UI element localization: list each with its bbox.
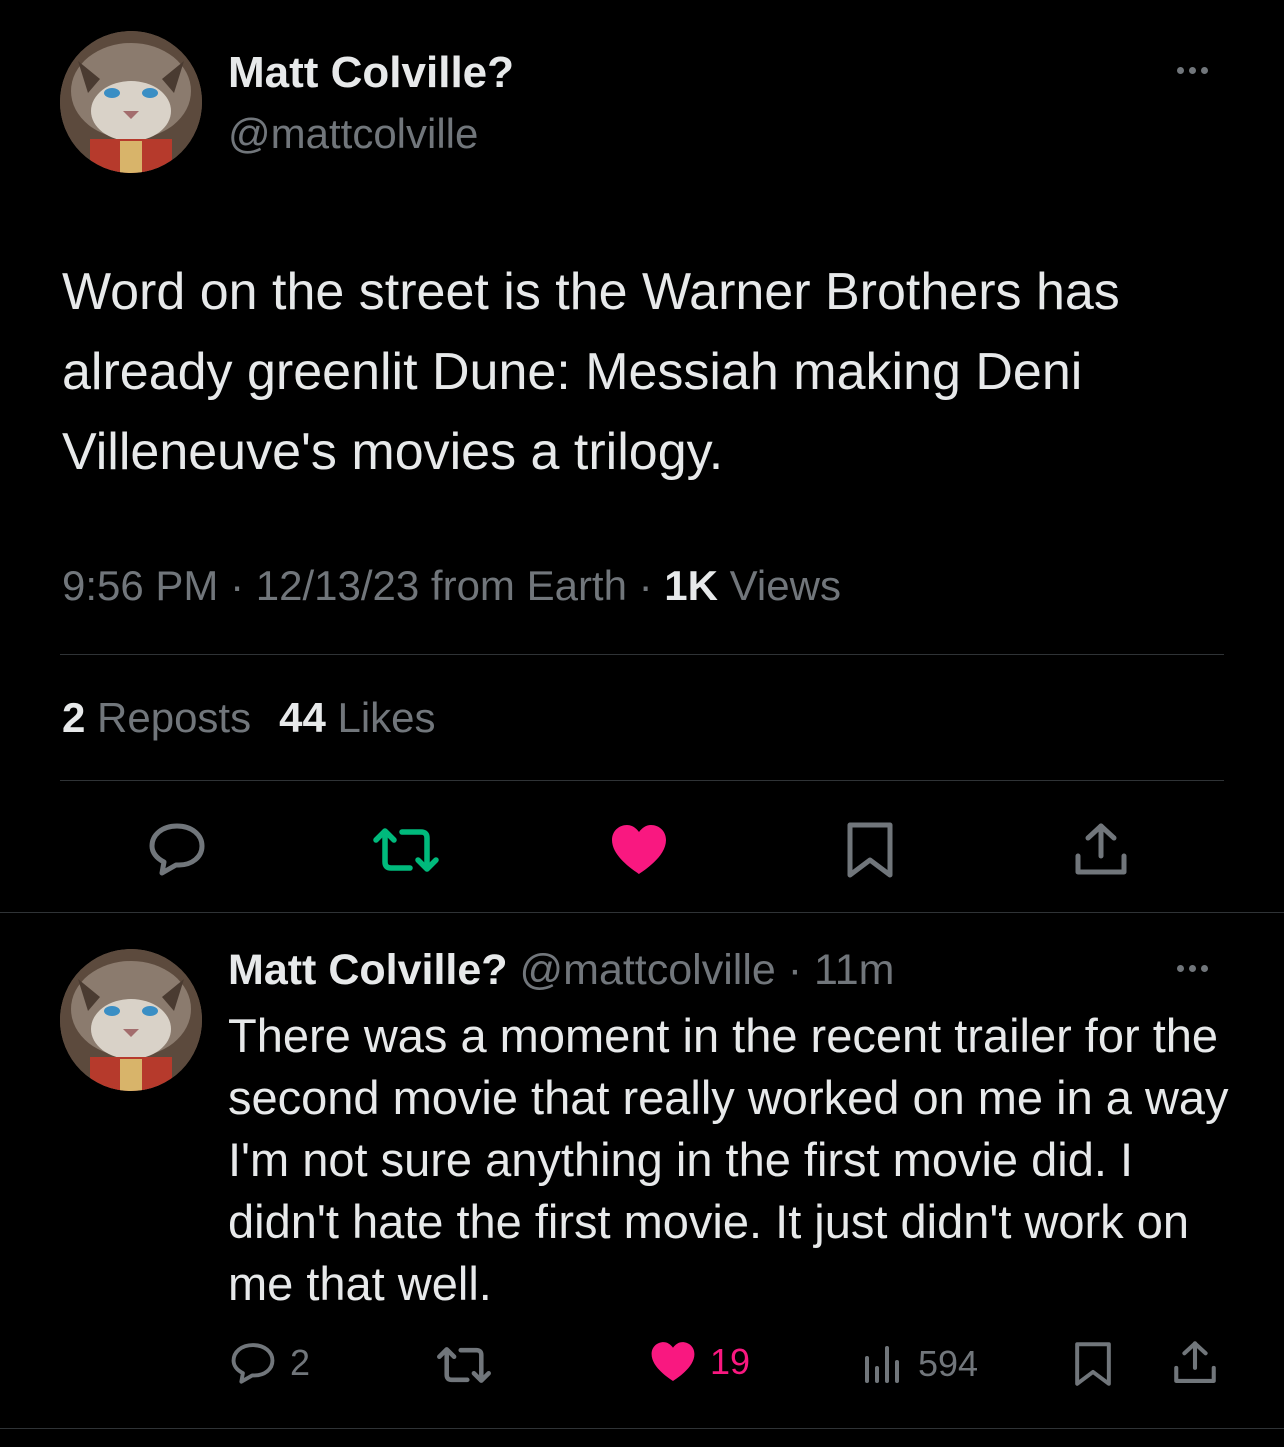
views-count: 1K <box>664 562 718 609</box>
reply-icon <box>149 823 205 876</box>
likes-label: Likes <box>325 694 436 741</box>
share-icon <box>1174 1341 1216 1383</box>
repost-icon <box>437 1347 491 1383</box>
author-name[interactable]: Matt Colville? <box>228 48 514 98</box>
tweet-date[interactable]: 12/13/23 from Earth <box>256 562 627 609</box>
bookmark-icon <box>847 822 893 878</box>
bookmark-icon <box>1075 1342 1111 1386</box>
bookmark-button[interactable] <box>1074 1341 1112 1387</box>
share-icon <box>1075 823 1127 875</box>
reply-icon <box>231 1343 275 1384</box>
likes-stat[interactable]: 44 Likes <box>279 694 435 741</box>
engagement-stats: 2 Reposts 44 Likes <box>62 694 436 742</box>
reply-count: 2 <box>290 1342 311 1383</box>
author-handle[interactable]: @mattcolville <box>508 946 775 994</box>
reposts-stat[interactable]: 2 Reposts <box>62 694 251 741</box>
reposts-count: 2 <box>62 694 86 741</box>
divider <box>0 1428 1284 1429</box>
reply-button[interactable] <box>148 822 206 876</box>
avatar[interactable] <box>60 949 202 1091</box>
heart-icon <box>612 825 666 874</box>
divider <box>60 654 1224 655</box>
meta-separator: · <box>626 562 665 609</box>
more-icon[interactable] <box>1177 965 1208 972</box>
tweet-text: There was a moment in the recent trailer… <box>228 1009 1229 1310</box>
share-button[interactable] <box>1173 1340 1217 1386</box>
divider <box>60 780 1224 781</box>
tweet-text: Word on the street is the Warner Brother… <box>62 263 1120 481</box>
avatar[interactable] <box>60 31 202 173</box>
views-icon <box>865 1346 899 1383</box>
author-name[interactable]: Matt Colville? <box>228 946 508 994</box>
views-count: 594 <box>918 1343 979 1384</box>
meta-separator: · <box>775 946 815 994</box>
bookmark-button[interactable] <box>846 821 894 879</box>
more-icon[interactable] <box>1177 67 1208 74</box>
repost-icon <box>373 828 439 872</box>
like-count: 19 <box>710 1341 751 1382</box>
views-label: Views <box>718 562 841 609</box>
heart-icon <box>651 1342 695 1382</box>
divider <box>0 912 1284 913</box>
reply-header: Matt Colville? @mattcolville · 11m <box>228 946 895 995</box>
like-button[interactable] <box>610 824 668 876</box>
share-button[interactable] <box>1074 822 1128 878</box>
tweet-time[interactable]: 9:56 PM <box>62 562 218 609</box>
views-button[interactable]: 594 <box>862 1343 978 1385</box>
likes-count: 44 <box>279 694 326 741</box>
author-handle[interactable]: @mattcolville <box>228 110 478 158</box>
repost-button[interactable] <box>372 826 440 874</box>
reposts-label: Reposts <box>85 694 252 741</box>
repost-button[interactable] <box>436 1345 492 1385</box>
tweet-metadata: 9:56 PM · 12/13/23 from Earth · 1K Views <box>62 562 841 610</box>
reply-button[interactable]: 2 <box>230 1342 310 1384</box>
like-button[interactable]: 19 <box>650 1341 750 1383</box>
meta-separator: · <box>218 562 256 609</box>
tweet-time[interactable]: 11m <box>814 946 894 994</box>
